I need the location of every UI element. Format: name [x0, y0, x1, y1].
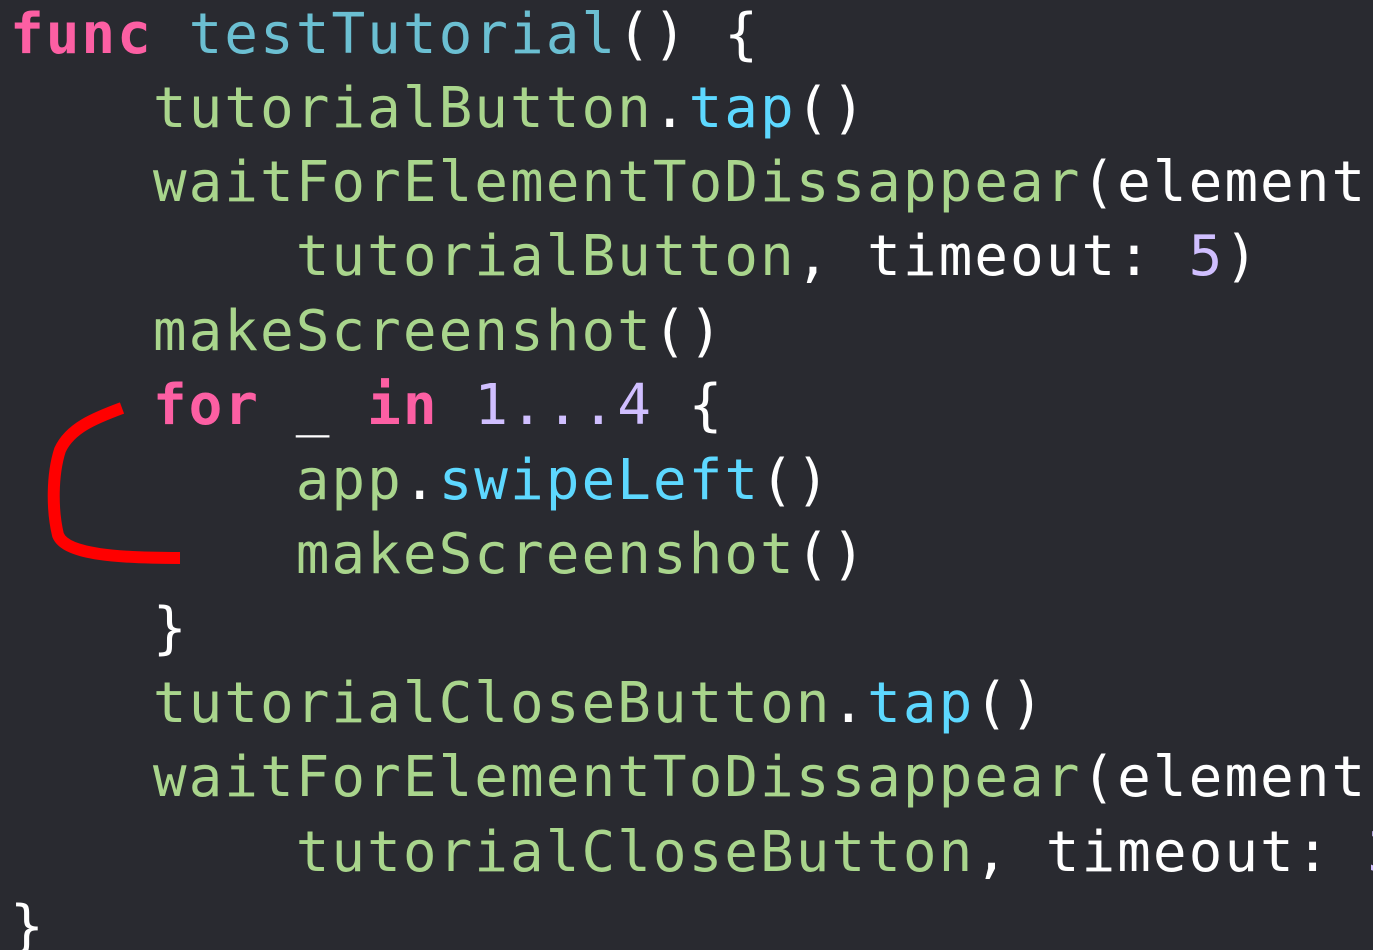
- code-line-4: tutorialButton, timeout: 5): [10, 222, 1260, 292]
- identifier: app: [295, 448, 403, 513]
- code-line-5: makeScreenshot(): [10, 297, 724, 367]
- code-punct: .: [831, 671, 868, 736]
- number-literal: 3: [1367, 820, 1373, 885]
- keyword-in: in: [367, 373, 439, 438]
- code-text: (element:: [1081, 745, 1373, 810]
- method-call: tap: [688, 76, 796, 141]
- code-punct: (): [795, 76, 868, 141]
- function-call: makeScreenshot: [152, 299, 653, 364]
- code-punct: }: [152, 596, 189, 661]
- code-punct: () {: [617, 2, 761, 67]
- code-punct: (): [795, 522, 868, 587]
- code-editor: func testTutorial() { tutorialButton.tap…: [0, 0, 1373, 950]
- code-text: , timeout:: [974, 820, 1368, 885]
- number-literal: 5: [1188, 224, 1225, 289]
- code-line-13: }: [10, 892, 46, 950]
- identifier: tutorialButton: [152, 76, 653, 141]
- code-text: , timeout:: [795, 224, 1189, 289]
- code-punct: .: [652, 76, 689, 141]
- code-line-2: tutorialButton.tap(): [10, 74, 867, 144]
- code-line-9: }: [10, 594, 189, 664]
- function-call: makeScreenshot: [295, 522, 796, 587]
- code-line-8: makeScreenshot(): [10, 520, 867, 590]
- code-punct: ): [1224, 224, 1261, 289]
- code-punct: (): [760, 448, 832, 513]
- code-text: (element:: [1081, 150, 1373, 215]
- function-name: testTutorial: [188, 2, 618, 67]
- code-text: _: [260, 373, 368, 438]
- code-line-1: func testTutorial() {: [10, 0, 760, 70]
- method-call: swipeLeft: [438, 448, 761, 513]
- code-line-11: waitForElementToDissappear(element:: [10, 743, 1373, 813]
- code-punct: {: [652, 373, 725, 438]
- identifier: tutorialButton: [295, 224, 796, 289]
- code-line-6: for _ in 1...4 {: [10, 371, 724, 441]
- code-line-12: tutorialCloseButton, timeout: 3): [10, 818, 1373, 888]
- code-punct: .: [402, 448, 439, 513]
- code-line-3: waitForElementToDissappear(element:: [10, 148, 1373, 218]
- code-line-10: tutorialCloseButton.tap(): [10, 669, 1046, 739]
- function-call: waitForElementToDissappear: [152, 150, 1082, 215]
- method-call: tap: [867, 671, 975, 736]
- number-literal: 1...4: [474, 373, 653, 438]
- code-punct: (): [974, 671, 1046, 736]
- keyword-func: func: [10, 2, 153, 67]
- identifier: tutorialCloseButton: [152, 671, 832, 736]
- code-punct: (): [652, 299, 725, 364]
- function-call: waitForElementToDissappear: [152, 745, 1082, 810]
- code-line-7: app.swipeLeft(): [10, 446, 831, 516]
- keyword-for: for: [152, 373, 261, 438]
- identifier: tutorialCloseButton: [295, 820, 975, 885]
- code-punct: }: [10, 894, 46, 950]
